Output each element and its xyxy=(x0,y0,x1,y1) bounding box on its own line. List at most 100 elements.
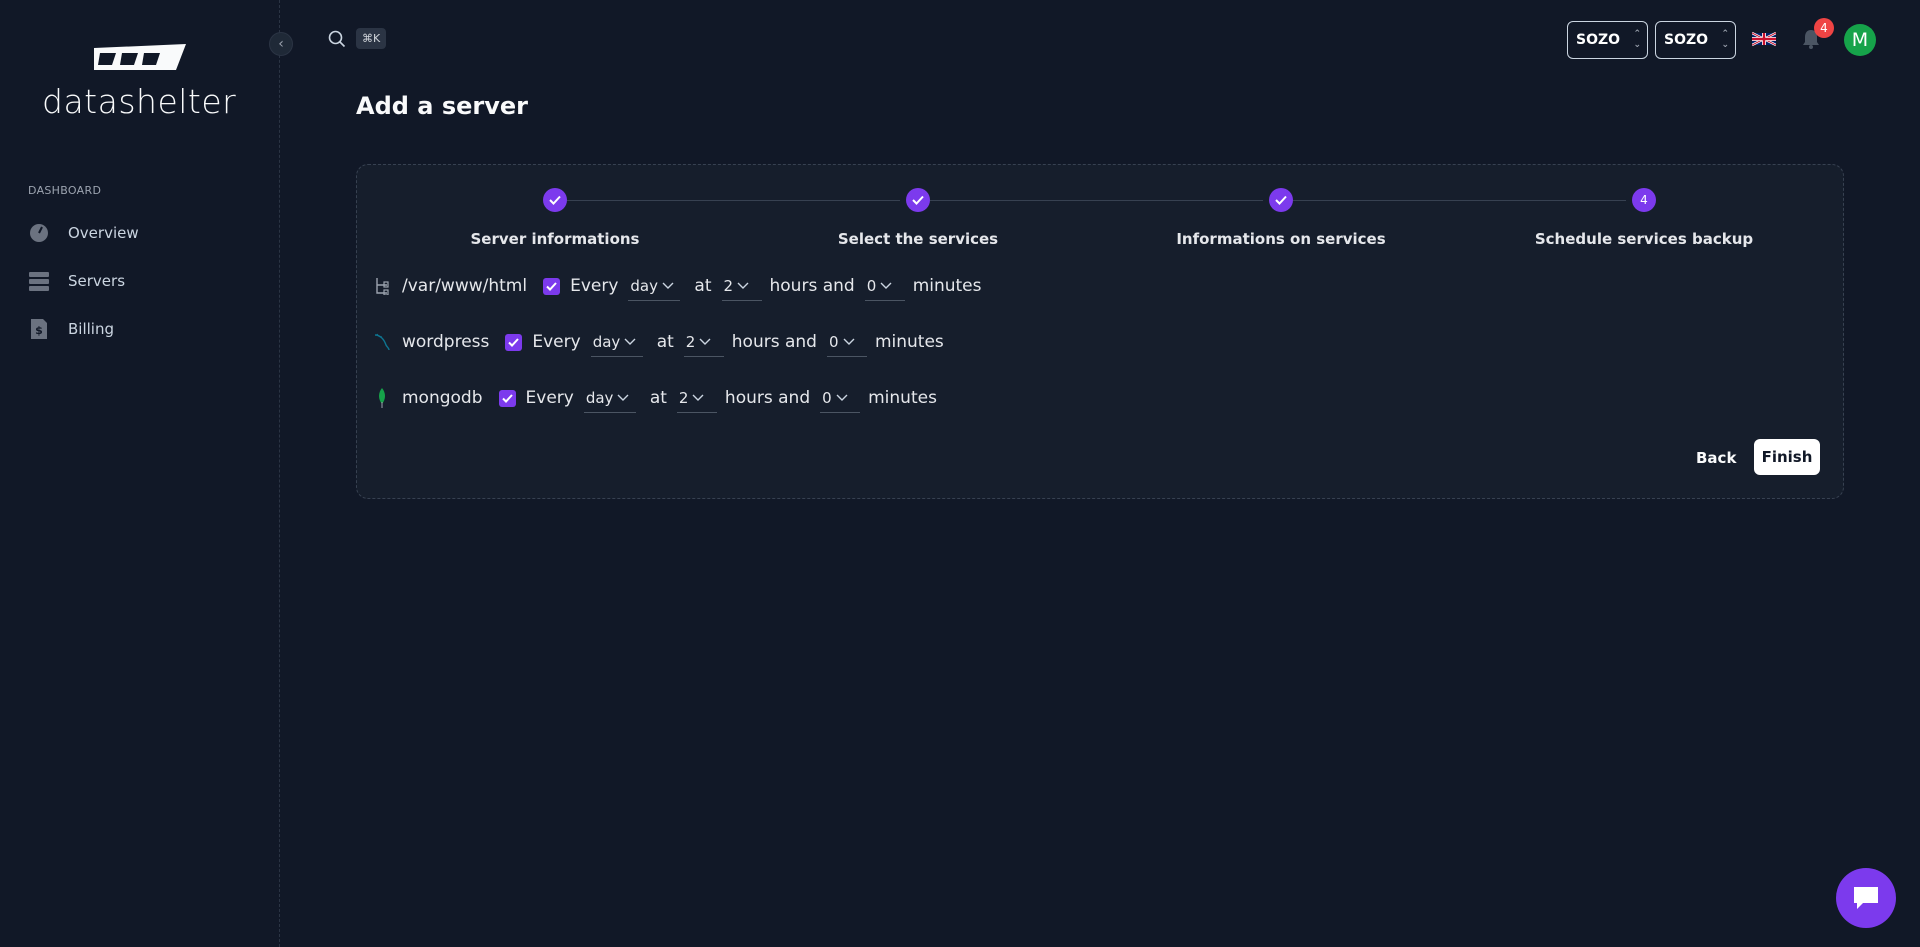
folder-tree-icon xyxy=(374,276,390,296)
organization-select[interactable]: SOZO ⌃ ⌄ xyxy=(1567,21,1648,59)
period-select[interactable]: day xyxy=(583,383,636,413)
collapse-sidebar-button[interactable]: ‹ xyxy=(269,32,293,56)
step-label: Select the services xyxy=(837,230,999,248)
stepper-connector xyxy=(1293,200,1626,201)
at-label: at xyxy=(656,332,674,352)
period-select-value: day xyxy=(585,388,614,407)
chevron-down-icon xyxy=(624,338,636,345)
hour-select[interactable]: 2 xyxy=(683,327,724,357)
chat-widget-button[interactable] xyxy=(1836,868,1896,928)
service-enabled-checkbox[interactable] xyxy=(543,277,561,295)
check-icon xyxy=(549,195,561,205)
every-label: Every xyxy=(525,388,574,408)
user-avatar[interactable]: M xyxy=(1844,24,1876,56)
check-icon xyxy=(501,393,513,403)
minute-select[interactable]: 0 xyxy=(864,271,905,301)
minute-select[interactable]: 0 xyxy=(820,383,861,413)
sidebar-item-servers[interactable]: Servers xyxy=(28,267,125,295)
period-select[interactable]: day xyxy=(590,327,643,357)
chevron-down-icon xyxy=(836,394,848,401)
minute-select[interactable]: 0 xyxy=(826,327,867,357)
service-name: /var/www/html xyxy=(402,276,528,296)
hour-select-value: 2 xyxy=(723,276,734,295)
period-select-value: day xyxy=(592,332,621,351)
period-select[interactable]: day xyxy=(628,271,681,301)
page-title: Add a server xyxy=(356,92,528,120)
at-label: at xyxy=(694,276,712,296)
svg-text:$: $ xyxy=(35,324,43,337)
step-4-indicator: 4 xyxy=(1632,188,1656,212)
back-button[interactable]: Back xyxy=(1680,440,1752,476)
chevron-down-icon xyxy=(617,394,629,401)
chevron-down-icon xyxy=(843,338,855,345)
search-shortcut: ⌘K xyxy=(356,28,387,49)
hour-select[interactable]: 2 xyxy=(721,271,762,301)
every-label: Every xyxy=(570,276,619,296)
chevron-down-icon xyxy=(699,338,711,345)
hours-label: hours and xyxy=(769,276,855,296)
chevron-down-icon xyxy=(880,282,892,289)
check-icon xyxy=(508,337,520,347)
hour-select-value: 2 xyxy=(685,332,696,351)
check-icon xyxy=(1275,195,1287,205)
chevron-down-icon xyxy=(737,282,749,289)
sidebar-item-label: Servers xyxy=(68,272,126,290)
service-name: mongodb xyxy=(402,388,483,408)
brand-name: datashelter xyxy=(42,82,237,121)
every-label: Every xyxy=(532,332,581,352)
step-label: Informations on services xyxy=(1176,230,1386,248)
uk-flag-icon[interactable] xyxy=(1752,30,1776,48)
up-down-chevron-icon: ⌃ ⌄ xyxy=(1721,29,1729,50)
hours-label: hours and xyxy=(731,332,817,352)
minute-select-value: 0 xyxy=(822,388,832,407)
service-schedule-row: mongodb Every day at 2 hours and 0 minut… xyxy=(374,382,947,414)
check-icon xyxy=(912,195,924,205)
minutes-label: minutes xyxy=(912,276,982,296)
search-icon xyxy=(328,30,346,47)
search-trigger[interactable]: ⌘K xyxy=(328,28,387,49)
step-3-indicator[interactable] xyxy=(1269,188,1293,212)
finish-button[interactable]: Finish xyxy=(1754,439,1820,475)
chevron-down-icon xyxy=(692,394,704,401)
stepper-connector xyxy=(930,200,1263,201)
nav-section-title: DASHBOARD xyxy=(28,184,102,197)
billing-icon: $ xyxy=(28,318,50,340)
minutes-label: minutes xyxy=(868,388,937,408)
servers-icon xyxy=(28,270,50,292)
organization-select-value: SOZO xyxy=(1576,32,1621,48)
brand-logo[interactable]: datashelter xyxy=(42,44,282,121)
hour-select-value: 2 xyxy=(678,388,689,407)
workspace-select-value: SOZO xyxy=(1664,32,1709,48)
sidebar-item-overview[interactable]: Overview xyxy=(28,219,139,247)
check-icon xyxy=(546,281,557,291)
step-2-indicator[interactable] xyxy=(906,188,930,212)
period-select-value: day xyxy=(630,276,658,295)
stepper-connector xyxy=(567,200,900,201)
minute-select-value: 0 xyxy=(828,332,839,351)
gauge-icon xyxy=(28,222,50,244)
sidebar: datashelter ‹ DASHBOARD Overview Servers… xyxy=(0,0,293,947)
datashelter-logo-icon xyxy=(94,44,186,70)
service-schedule-row: wordpress Every day at 2 hours and 0 min… xyxy=(374,326,954,358)
up-down-chevron-icon: ⌃ ⌄ xyxy=(1633,29,1641,50)
chevron-down-icon xyxy=(662,282,674,289)
sidebar-item-label: Overview xyxy=(68,224,139,242)
chevron-left-icon: ‹ xyxy=(278,36,284,52)
at-label: at xyxy=(649,388,667,408)
service-name: wordpress xyxy=(402,332,490,352)
sidebar-item-billing[interactable]: $ Billing xyxy=(28,315,114,343)
step-1-indicator[interactable] xyxy=(543,188,567,212)
mysql-dolphin-icon xyxy=(374,332,390,352)
hours-label: hours and xyxy=(724,388,811,408)
mongodb-leaf-icon xyxy=(374,388,390,408)
hour-select[interactable]: 2 xyxy=(676,383,717,413)
minutes-label: minutes xyxy=(874,332,944,352)
service-enabled-checkbox[interactable] xyxy=(505,333,523,351)
minute-select-value: 0 xyxy=(866,276,877,295)
service-enabled-checkbox[interactable] xyxy=(498,389,516,407)
step-label: Schedule services backup xyxy=(1534,230,1754,248)
chat-bubble-icon xyxy=(1854,887,1878,909)
workspace-select[interactable]: SOZO ⌃ ⌄ xyxy=(1655,21,1736,59)
sidebar-item-label: Billing xyxy=(68,320,114,338)
step-label: Server informations xyxy=(470,230,640,248)
